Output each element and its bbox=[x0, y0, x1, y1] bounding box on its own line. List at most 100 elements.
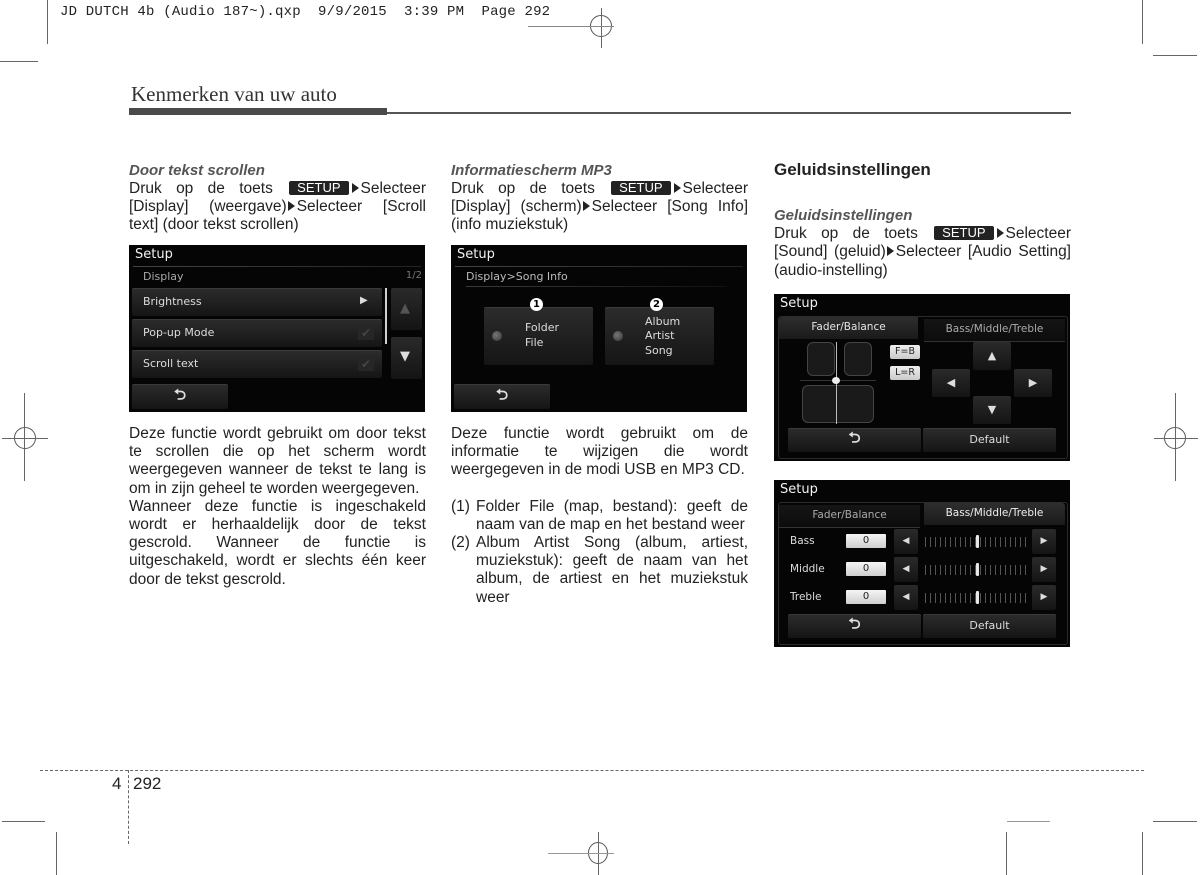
crop-mark bbox=[2, 821, 45, 822]
checkbox-icon[interactable]: ✔ bbox=[358, 357, 374, 371]
radio-button[interactable] bbox=[613, 331, 623, 341]
tone-value: 0 bbox=[846, 534, 886, 548]
tone-slider-thumb[interactable] bbox=[976, 535, 979, 548]
tone-increase-button[interactable]: ▶ bbox=[1032, 557, 1056, 582]
fader-up-button[interactable]: ▲ bbox=[973, 342, 1011, 370]
tone-slider-thumb[interactable] bbox=[976, 591, 979, 604]
back-button[interactable]: ⮌ bbox=[454, 384, 550, 409]
column-left: Door tekst scrollen Druk op de toets SET… bbox=[129, 162, 426, 235]
tone-decrease-button[interactable]: ◀ bbox=[894, 557, 918, 582]
crop-mark bbox=[47, 0, 48, 44]
crop-mark bbox=[1142, 832, 1143, 875]
default-button[interactable]: Default bbox=[923, 428, 1056, 452]
triangle-arrow-icon bbox=[996, 228, 1004, 239]
tone-increase-button[interactable]: ▶ bbox=[1032, 529, 1056, 554]
seat-front-left-icon bbox=[807, 342, 835, 376]
instruction: Druk op de toets SETUP Selecteer [Display… bbox=[129, 180, 426, 234]
scroll-up-button[interactable]: ▲ bbox=[391, 288, 422, 330]
triangle-up-icon: ▲ bbox=[400, 301, 410, 316]
tone-decrease-button[interactable]: ◀ bbox=[894, 529, 918, 554]
triangle-arrow-icon bbox=[886, 246, 894, 257]
registration-mark-left bbox=[2, 393, 48, 483]
back-button[interactable]: ⮌ bbox=[132, 384, 228, 409]
callout-marker-2: 2 bbox=[650, 298, 663, 311]
preset-left-right-equal[interactable]: L=R bbox=[890, 366, 920, 380]
crop-mark bbox=[1153, 55, 1197, 56]
callout-marker-1: 1 bbox=[530, 298, 543, 311]
column-right: Geluidsinstellingen Geluidsinstellingen … bbox=[774, 160, 1071, 280]
tone-increase-button[interactable]: ▶ bbox=[1032, 585, 1056, 610]
triangle-arrow-icon bbox=[673, 183, 681, 193]
preset-front-back-equal[interactable]: F=B bbox=[890, 345, 920, 359]
triangle-down-icon: ▼ bbox=[400, 349, 410, 364]
back-arrow-icon: ⮌ bbox=[495, 385, 509, 403]
screen-song-info: Setup Display>Song Info Folder File 1 Al… bbox=[451, 245, 747, 412]
option-album-artist-song[interactable]: Album Artist Song bbox=[605, 307, 714, 365]
tab-fader-balance[interactable]: Fader/Balance bbox=[779, 317, 918, 339]
screen-title: Setup bbox=[135, 247, 173, 262]
print-slug: JD DUTCH 4b (Audio 187~).qxp 9/9/2015 3:… bbox=[60, 4, 551, 20]
balance-left-button[interactable]: ◀ bbox=[932, 369, 970, 397]
menu-item-scroll-text[interactable]: Scroll text ✔ bbox=[132, 350, 382, 378]
crop-mark bbox=[1006, 832, 1007, 875]
breadcrumb: Display bbox=[143, 270, 184, 283]
setup-key-badge: SETUP bbox=[611, 181, 671, 195]
registration-mark-right bbox=[1154, 393, 1200, 483]
menu-item-brightness[interactable]: Brightness ▶ bbox=[132, 288, 382, 316]
instruction: Druk op de toets SETUP Selecteer [Sound] … bbox=[774, 225, 1071, 279]
back-arrow-icon: ⮌ bbox=[173, 385, 187, 403]
seat-diagram[interactable] bbox=[800, 342, 876, 424]
tone-slider-thumb[interactable] bbox=[976, 563, 979, 576]
paragraph: Deze functie wordt gebruikt om de inform… bbox=[451, 425, 748, 479]
back-button[interactable]: ⮌ bbox=[788, 614, 921, 638]
tab-bass-middle-treble[interactable]: Bass/Middle/Treble bbox=[924, 503, 1065, 525]
tone-label: Treble bbox=[790, 591, 822, 603]
arrow-right-icon: ▶ bbox=[360, 295, 368, 306]
tab-fader-balance[interactable]: Fader/Balance bbox=[779, 505, 920, 528]
tone-decrease-button[interactable]: ◀ bbox=[894, 585, 918, 610]
default-button[interactable]: Default bbox=[923, 614, 1056, 638]
scroll-down-button[interactable]: ▼ bbox=[391, 337, 422, 379]
tone-label: Middle bbox=[790, 563, 825, 575]
screen-fader-balance: Setup Fader/Balance Bass/Middle/Treble F… bbox=[774, 294, 1070, 461]
divider bbox=[466, 286, 727, 287]
back-button[interactable]: ⮌ bbox=[788, 428, 921, 452]
fader-down-button[interactable]: ▼ bbox=[973, 396, 1011, 424]
option-folder-file[interactable]: Folder File bbox=[484, 307, 593, 365]
page-indicator: 1/2 bbox=[405, 270, 422, 281]
footer-rule bbox=[40, 770, 1144, 771]
subheading: Informatiescherm MP3 bbox=[451, 162, 612, 179]
subheading: Geluidsinstellingen bbox=[774, 207, 913, 225]
tone-value: 0 bbox=[846, 590, 886, 604]
screen-scroll-text: Setup Display 1/2 Brightness ▶ Pop-up Mo… bbox=[129, 245, 425, 412]
subheading: Door tekst scrollen bbox=[129, 162, 265, 179]
balance-right-button[interactable]: ▶ bbox=[1014, 369, 1052, 397]
paragraph: Wanneer deze functie is ingeschakeld wor… bbox=[129, 497, 426, 588]
section-heading: Geluidsinstellingen bbox=[774, 160, 931, 179]
instruction: Druk op de toets SETUP Selecteer [Display… bbox=[451, 180, 748, 234]
triangle-arrow-icon bbox=[287, 201, 295, 212]
column-middle: Informatiescherm MP3 Druk op de toets SE… bbox=[451, 162, 748, 235]
divider bbox=[455, 266, 743, 267]
crop-mark bbox=[56, 832, 57, 875]
middle-body-text: Deze functie wordt gebruikt om de inform… bbox=[451, 425, 748, 607]
breadcrumb: Display>Song Info bbox=[466, 270, 568, 283]
menu-item-popup-mode[interactable]: Pop-up Mode ✔ bbox=[132, 319, 382, 347]
tone-row-middle: Middle 0 ◀ ▶ bbox=[774, 557, 1070, 583]
fader-position-handle[interactable] bbox=[832, 377, 840, 384]
tab-bass-middle-treble[interactable]: Bass/Middle/Treble bbox=[924, 319, 1065, 342]
left-body-text: Deze functie wordt gebruikt om door teks… bbox=[129, 425, 426, 589]
triangle-arrow-icon bbox=[582, 201, 590, 212]
scrollbar[interactable] bbox=[385, 288, 387, 344]
screen-title: Setup bbox=[780, 296, 818, 311]
screen-title: Setup bbox=[780, 482, 818, 497]
chapter-number: 4 bbox=[112, 774, 122, 793]
header-rule-thin bbox=[387, 112, 1071, 114]
checkbox-icon[interactable]: ✔ bbox=[358, 326, 374, 340]
radio-button[interactable] bbox=[492, 331, 502, 341]
seat-front-right-icon bbox=[844, 342, 872, 376]
setup-key-badge: SETUP bbox=[289, 181, 349, 195]
screen-title: Setup bbox=[457, 247, 495, 262]
tone-label: Bass bbox=[790, 535, 815, 547]
footer-rule-vertical bbox=[128, 770, 129, 844]
